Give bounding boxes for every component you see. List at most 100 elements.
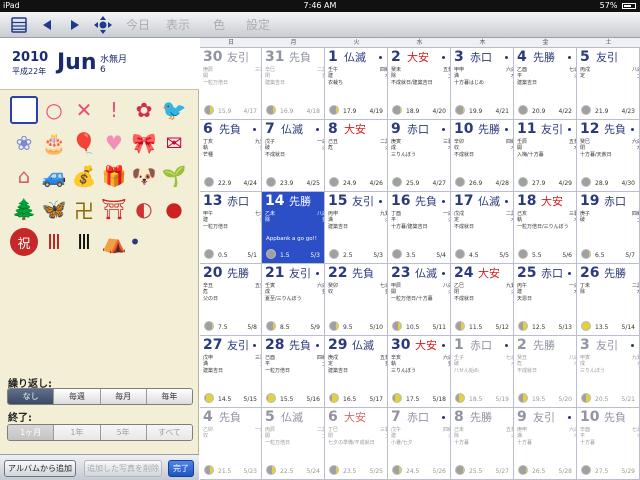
circle-stamp-icon[interactable]: ○ bbox=[40, 96, 68, 124]
torii-stamp-icon[interactable]: ⛩ bbox=[100, 195, 128, 223]
add-from-album-button[interactable]: アルバムから追加 bbox=[4, 460, 76, 477]
insect-stamp-icon[interactable]: 🦋 bbox=[40, 195, 68, 223]
letter-stamp-icon[interactable]: ✉ bbox=[160, 129, 188, 157]
day-cell[interactable]: 5 仏滅丙辰二黒開土一粒万倍日 22.5 5/24 bbox=[262, 408, 325, 480]
day-cell[interactable]: 4 先勝乙酉七赤平火建築吉日 20.9 4/22 bbox=[514, 48, 577, 120]
day-cell[interactable]: 7 赤口戊午四緑建火小暑/七夕 24.5 5/26 bbox=[388, 408, 451, 480]
end-option-0[interactable]: 1ヶ月 bbox=[8, 425, 54, 440]
manji-stamp-icon[interactable]: 卍 bbox=[70, 195, 98, 223]
heart-stamp-icon[interactable]: ♥ bbox=[100, 129, 128, 157]
rose-stamp-icon[interactable]: ✿ bbox=[130, 96, 158, 124]
day-cell[interactable]: 13 赤口甲午七赤建金一粒万倍日 0.5 5/1 bbox=[200, 192, 262, 264]
day-cell[interactable]: 26 先勝丁未二黒除水 13.5 5/14 bbox=[577, 264, 640, 336]
day-cell[interactable]: 30 大安辛亥六白執金三りんぼう 17.5 5/18 bbox=[388, 336, 451, 408]
display-button[interactable]: 表示 bbox=[166, 16, 190, 34]
bird-stamp-icon[interactable]: 🐦 bbox=[160, 96, 188, 124]
celebration-stamp-icon[interactable]: 祝 bbox=[10, 228, 38, 256]
day-cell[interactable]: 15 友引丙申九紫満火建築吉日 2.5 5/3 bbox=[325, 192, 388, 264]
previous-month-button[interactable] bbox=[40, 15, 54, 35]
shrine-stamp-icon[interactable]: ⛺ bbox=[100, 228, 128, 256]
day-cell[interactable]: 20 先勝辛丑五黄危土父の日 7.5 5/8 bbox=[200, 264, 262, 336]
house-stamp-icon[interactable]: ⌂ bbox=[10, 162, 38, 190]
detail-row: 破土 bbox=[580, 217, 639, 223]
sprout-stamp-icon[interactable]: 🌱 bbox=[160, 162, 188, 190]
day-cell[interactable]: 21 友引壬寅六白成金夏至/三りんぼう 8.5 5/9 bbox=[262, 264, 325, 336]
repeat-option-0[interactable]: なし bbox=[8, 389, 54, 404]
event-dot-icon bbox=[631, 128, 634, 131]
balloon-stamp-icon[interactable]: 🎈 bbox=[70, 129, 98, 157]
cross-stamp-icon[interactable]: ✕ bbox=[70, 96, 98, 124]
end-option-1[interactable]: 1年 bbox=[53, 425, 100, 440]
day-cell[interactable]: 1 仏滅壬午四緑建木衣裁ち 17.9 4/19 bbox=[325, 48, 388, 120]
car-stamp-icon[interactable]: 🚙 bbox=[40, 162, 68, 190]
next-month-button[interactable] bbox=[68, 15, 82, 35]
repeat-option-1[interactable]: 毎週 bbox=[53, 389, 100, 404]
jump-button[interactable] bbox=[92, 15, 114, 35]
remove-photo-button[interactable]: 追加した写真を削除 bbox=[84, 460, 162, 477]
cake-stamp-icon[interactable]: 🎂 bbox=[40, 129, 68, 157]
day-cell[interactable]: 4 先負乙卯一白収水 21.5 5/23 bbox=[200, 408, 262, 480]
today-button[interactable]: 今日 bbox=[126, 16, 150, 34]
selected-day-cell[interactable]: 14 先勝乙未八白除金 Appbank a go go!! 1.5 5/3 bbox=[262, 192, 325, 264]
day-cell[interactable]: 29 仏滅庚戌五黄定金建築吉日 16.5 5/17 bbox=[325, 336, 388, 408]
day-cell[interactable]: 18 大安己亥三碧執木一粒万倍日/三りんぼう 5.5 5/6 bbox=[514, 192, 577, 264]
dog-stamp-icon[interactable]: 🐶 bbox=[130, 162, 158, 190]
dot-stamp-icon[interactable]: • bbox=[129, 228, 141, 256]
day-cell[interactable]: 10 先勝辛卯四緑収木不成就日 26.9 4/28 bbox=[451, 120, 514, 192]
day-cell[interactable]: 8 大安己丑二黒危火 24.9 4/26 bbox=[325, 120, 388, 192]
mourning-curtain-stamp-icon[interactable]: Ⅲ bbox=[70, 228, 98, 256]
moon-age: 2.5 bbox=[343, 252, 353, 259]
end-option-3[interactable]: すべて bbox=[145, 425, 192, 440]
day-cell[interactable]: 24 大安乙巳九紫閉火不成就日 11.5 5/12 bbox=[451, 264, 514, 336]
day-cell[interactable]: 6 大安丁巳三碧閉土七夕の準備/不成就日 23.5 5/25 bbox=[325, 408, 388, 480]
money-bag-stamp-icon[interactable]: 💰 bbox=[70, 162, 98, 190]
hydrangea-stamp-icon[interactable]: ❀ bbox=[10, 129, 38, 157]
day-cell[interactable]: 2 先勝癸丑八白危木不成就日 19.5 5/20 bbox=[514, 336, 577, 408]
day-cell[interactable]: 3 赤口甲申六白満水十方暮はじめ 19.9 4/21 bbox=[451, 48, 514, 120]
day-cell[interactable]: 6 先負丁亥九紫執金芒種 22.9 4/24 bbox=[200, 120, 262, 192]
settings-button[interactable]: 設定 bbox=[246, 16, 270, 34]
kujira-curtain-stamp-icon[interactable]: Ⅲ bbox=[40, 228, 68, 256]
day-cell[interactable]: 5 友引丙戌八白定土 21.9 4/23 bbox=[577, 48, 640, 120]
day-cell[interactable]: 25 赤口丙午一白建水天恩日 12.5 5/13 bbox=[514, 264, 577, 336]
rokuyo-label: 友引 bbox=[227, 339, 249, 352]
detail-note: 八せん始め bbox=[454, 367, 480, 374]
day-number: 8 bbox=[328, 121, 338, 137]
gift-stamp-icon[interactable]: 🎁 bbox=[100, 162, 128, 190]
day-cell[interactable]: 11 友引壬辰五黄開水入梅/十方暮 27.9 4/29 bbox=[514, 120, 577, 192]
end-option-2[interactable]: 5年 bbox=[99, 425, 146, 440]
day-cell[interactable]: 3 友引甲寅九紫成水三りんぼう 20.5 5/21 bbox=[577, 336, 640, 408]
day-cell[interactable]: 9 友引庚申六白満木十方暮 26.5 5/28 bbox=[514, 408, 577, 480]
daruma-stamp-icon[interactable]: ● bbox=[160, 195, 188, 223]
square-stamp-icon[interactable] bbox=[10, 96, 38, 124]
detail-note: 不成就日 bbox=[265, 151, 286, 158]
day-cell[interactable]: 7 仏滅戊子一白破火不成就日 23.9 4/25 bbox=[262, 120, 325, 192]
day-cell[interactable]: 23 仏滅甲辰八白開火一粒万倍日/十方暮 10.5 5/11 bbox=[388, 264, 451, 336]
moon-phase-icon bbox=[204, 105, 214, 115]
done-button[interactable]: 完了 bbox=[168, 460, 194, 477]
fan-stamp-icon[interactable]: ◐ bbox=[130, 195, 158, 223]
repeat-option-3[interactable]: 毎年 bbox=[145, 389, 192, 404]
day-cell[interactable]: 1 赤口壬子七赤破木八せん始め 18.5 5/19 bbox=[451, 336, 514, 408]
day-cell[interactable]: 2 大安癸未五黄除土不成就日/建築吉日 18.9 4/20 bbox=[388, 48, 451, 120]
tree-stamp-icon[interactable]: 🌲 bbox=[10, 195, 38, 223]
list-menu-button[interactable] bbox=[10, 15, 28, 35]
day-cell[interactable]: 8 先勝己未五黄除火十方暮 25.5 5/27 bbox=[451, 408, 514, 480]
day-cell[interactable]: 17 仏滅戊戌二黒定木不成就日 4.5 5/5 bbox=[451, 192, 514, 264]
day-cell[interactable]: 27 友引戊申三碧満土建築吉日 14.5 5/15 bbox=[200, 336, 262, 408]
day-cell[interactable]: 19 赤口庚子四緑破土 6.5 5/7 bbox=[577, 192, 640, 264]
day-cell[interactable]: 30 友引庚辰三碧開木一粒万倍日 15.9 4/17 bbox=[200, 48, 262, 120]
exclamation-stamp-icon[interactable]: ! bbox=[100, 96, 128, 124]
day-number: 17 bbox=[454, 193, 474, 209]
day-cell[interactable]: 31 先負辛巳二黒閉金建築吉日 16.9 4/18 bbox=[262, 48, 325, 120]
repeat-option-2[interactable]: 毎月 bbox=[99, 389, 146, 404]
day-cell[interactable]: 22 先負癸卯七赤収金 9.5 5/10 bbox=[325, 264, 388, 336]
rokuyo-label: 赤口 bbox=[470, 51, 492, 64]
color-button[interactable]: 色 bbox=[213, 16, 225, 34]
ribbon-stamp-icon[interactable]: 🎀 bbox=[130, 129, 158, 157]
day-cell[interactable]: 10 先負辛酉七赤平木十方暮 27.5 5/29 bbox=[577, 408, 640, 480]
day-cell[interactable]: 28 先負己酉四緑平土一粒万倍日 15.5 5/16 bbox=[262, 336, 325, 408]
day-cell[interactable]: 12 先負癸巳六白閉水十方暮/天赦日 28.9 4/30 bbox=[577, 120, 640, 192]
day-cell[interactable]: 16 先負丁酉一白平火十方暮/建築吉日 3.5 5/4 bbox=[388, 192, 451, 264]
day-cell[interactable]: 9 赤口庚寅三碧成木三りんぼう 25.9 4/27 bbox=[388, 120, 451, 192]
